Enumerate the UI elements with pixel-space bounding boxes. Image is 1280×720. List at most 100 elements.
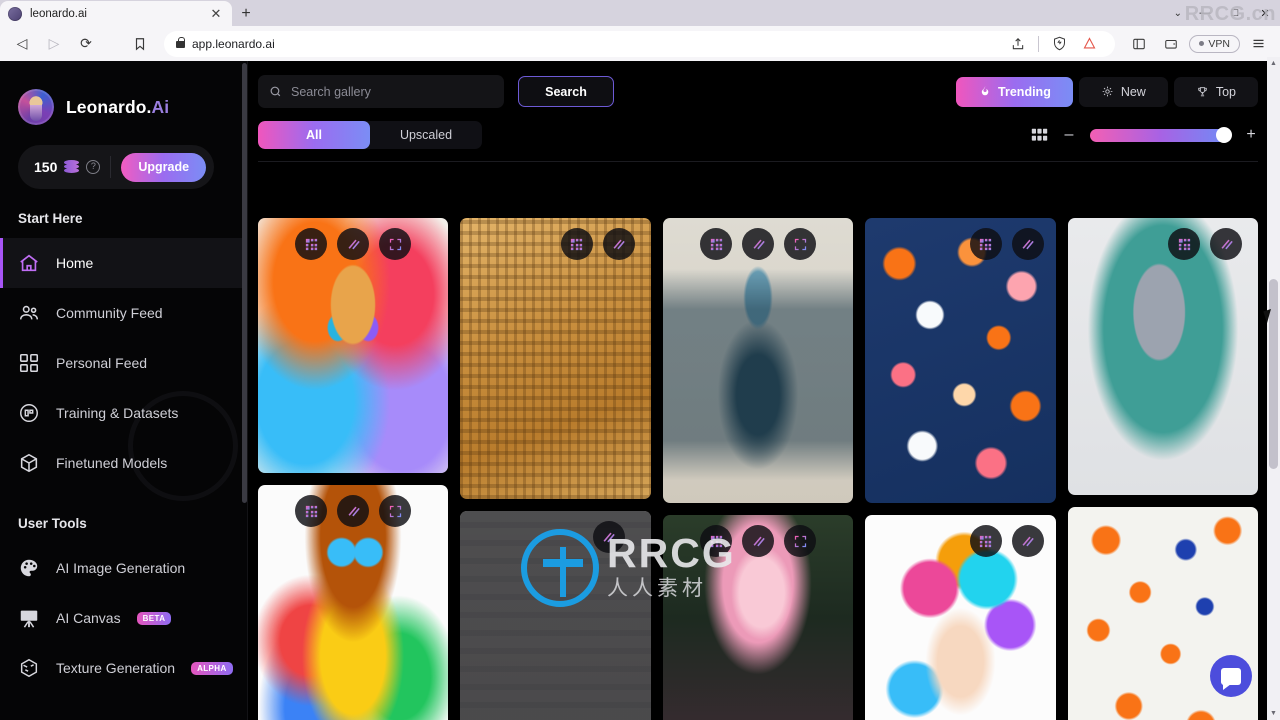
sidebar-panel-icon[interactable] [1125, 31, 1153, 57]
gallery-card-koala-bicycle-artwork[interactable] [1067, 218, 1258, 495]
tab-trending[interactable]: Trending [956, 76, 1073, 107]
sidebar-section-user-tools: User Tools AI Image Generation AI Canvas… [0, 516, 247, 693]
upscale-icon[interactable] [969, 525, 1002, 557]
tab-strip: leonardo.ai ✕ + ⌄ — □ ✕ [0, 0, 1280, 26]
sidebar-item-home[interactable]: Home [0, 238, 247, 288]
search-button[interactable]: Search [518, 76, 614, 107]
upscale-icon[interactable] [295, 228, 328, 260]
page-scrollbar[interactable]: ▲ ▼ [1267, 57, 1280, 720]
upscale-icon[interactable] [700, 228, 733, 260]
search-input[interactable]: Search gallery [258, 75, 504, 108]
variation-icon[interactable] [1011, 228, 1044, 260]
browser-tab[interactable]: leonardo.ai ✕ [0, 1, 232, 26]
expand-icon[interactable] [379, 495, 412, 527]
maximize-button[interactable]: □ [1220, 0, 1250, 26]
gallery-card-lion-sunglasses-artwork[interactable] [258, 218, 449, 473]
gallery-card-dark-sorceress-sheet-artwork[interactable] [460, 511, 651, 720]
upgrade-button[interactable]: Upgrade [121, 152, 206, 182]
upscale-icon[interactable] [295, 495, 328, 527]
sidebar-item-finetuned-models[interactable]: Finetuned Models [0, 438, 247, 488]
wallet-icon[interactable] [1157, 31, 1185, 57]
tab-new[interactable]: New [1078, 76, 1168, 107]
reload-button[interactable]: ⟳ [72, 31, 100, 57]
card-actions [258, 228, 448, 260]
tab-top[interactable]: Top [1173, 76, 1258, 107]
grid-squares-icon [18, 352, 40, 374]
variation-icon[interactable] [337, 495, 370, 527]
variation-icon[interactable] [742, 525, 775, 557]
back-button[interactable]: ◁ [8, 31, 36, 57]
gallery-card-egyptian-hieroglyphs-artwork[interactable] [460, 218, 651, 499]
forward-button[interactable]: ▷ [40, 31, 68, 57]
tab-label: Top [1215, 84, 1236, 99]
sidebar-item-label: Texture Generation [56, 660, 176, 676]
expand-icon[interactable] [784, 525, 817, 557]
scroll-up-arrow[interactable]: ▲ [1267, 57, 1280, 70]
sidebar-item-texture-generation[interactable]: Texture Generation ALPHA [0, 643, 247, 693]
gallery-card-blue-hair-warrior-artwork[interactable] [662, 218, 854, 503]
tab-upscaled[interactable]: Upscaled [370, 121, 482, 149]
variation-icon[interactable] [1011, 525, 1044, 557]
grid-layout-icon[interactable] [1031, 128, 1048, 142]
variation-icon[interactable] [1210, 228, 1243, 260]
share-icon[interactable] [1004, 31, 1032, 57]
gallery-column [460, 218, 651, 720]
variation-icon[interactable] [592, 521, 625, 553]
sidebar-scrollbar[interactable] [242, 63, 247, 503]
intercom-chat-icon[interactable] [1210, 655, 1252, 697]
new-tab-button[interactable]: + [232, 1, 260, 26]
close-icon[interactable]: ✕ [208, 6, 224, 22]
section-title: Start Here [18, 211, 83, 226]
hamburger-menu-icon[interactable] [1244, 31, 1272, 57]
filter-tab-group: All Upscaled [258, 121, 482, 149]
navigation-bar: ◁ ▷ ⟳ app.leonardo.ai VPN [0, 26, 1280, 61]
zoom-slider[interactable] [1090, 127, 1232, 143]
brave-shields-icon[interactable] [1045, 31, 1073, 57]
sidebar-item-label: Personal Feed [56, 355, 148, 371]
variation-icon[interactable] [742, 228, 775, 260]
scroll-down-arrow[interactable]: ▼ [1267, 707, 1280, 720]
sidebar-item-personal-feed[interactable]: Personal Feed [0, 338, 247, 388]
status-badge: BETA [136, 611, 172, 625]
variation-icon[interactable] [602, 228, 635, 260]
url-text: app.leonardo.ai [192, 36, 275, 51]
gallery-card-girl-blue-glasses-artwork[interactable] [258, 485, 449, 720]
close-window-button[interactable]: ✕ [1250, 0, 1280, 26]
card-image [662, 218, 854, 503]
sidebar-item-ai-canvas[interactable]: AI Canvas BETA [0, 593, 247, 643]
variation-icon[interactable] [337, 228, 370, 260]
bookmark-icon[interactable] [126, 31, 154, 57]
expand-icon[interactable] [784, 228, 817, 260]
chevron-down-icon[interactable]: ⌄ [1166, 8, 1190, 19]
sidebar-item-training-datasets[interactable]: Training & Datasets [0, 388, 247, 438]
upscale-icon[interactable] [700, 525, 733, 557]
slider-knob[interactable] [1216, 127, 1232, 143]
expand-icon[interactable] [379, 228, 412, 260]
brave-leo-icon[interactable] [1075, 31, 1103, 57]
gallery-card-pink-hair-fairy-artwork[interactable] [662, 515, 854, 720]
address-bar[interactable]: app.leonardo.ai [164, 30, 1116, 57]
palette-icon [18, 557, 40, 579]
main-content: Search gallery Search Trending New Top A… [248, 61, 1280, 720]
upscale-icon[interactable] [1168, 228, 1201, 260]
minimize-button[interactable]: — [1190, 0, 1220, 26]
zoom-in-button[interactable]: + [1244, 126, 1258, 144]
scrollbar-thumb[interactable] [1269, 279, 1278, 469]
sidebar-item-ai-image-generation[interactable]: AI Image Generation [0, 543, 247, 593]
gallery-card-blue-floral-pattern-artwork[interactable] [865, 218, 1056, 503]
flame-icon [981, 86, 989, 96]
tab-title: leonardo.ai [30, 7, 87, 20]
upscale-icon[interactable] [560, 228, 593, 260]
sidebar-item-community-feed[interactable]: Community Feed [0, 288, 247, 338]
card-actions [865, 228, 1055, 260]
gallery-card-rainbow-hair-portrait-artwork[interactable] [865, 515, 1056, 720]
upscale-icon[interactable] [969, 228, 1002, 260]
image-gallery [258, 218, 1258, 720]
tab-all[interactable]: All [258, 121, 370, 149]
vpn-button[interactable]: VPN [1189, 34, 1240, 53]
gallery-column [1067, 218, 1258, 720]
help-circle-icon[interactable]: ? [86, 160, 101, 174]
zoom-out-button[interactable]: – [1062, 126, 1076, 144]
toolbar-divider [258, 161, 1258, 162]
brand-logo-link[interactable]: Leonardo.Ai [0, 61, 247, 125]
